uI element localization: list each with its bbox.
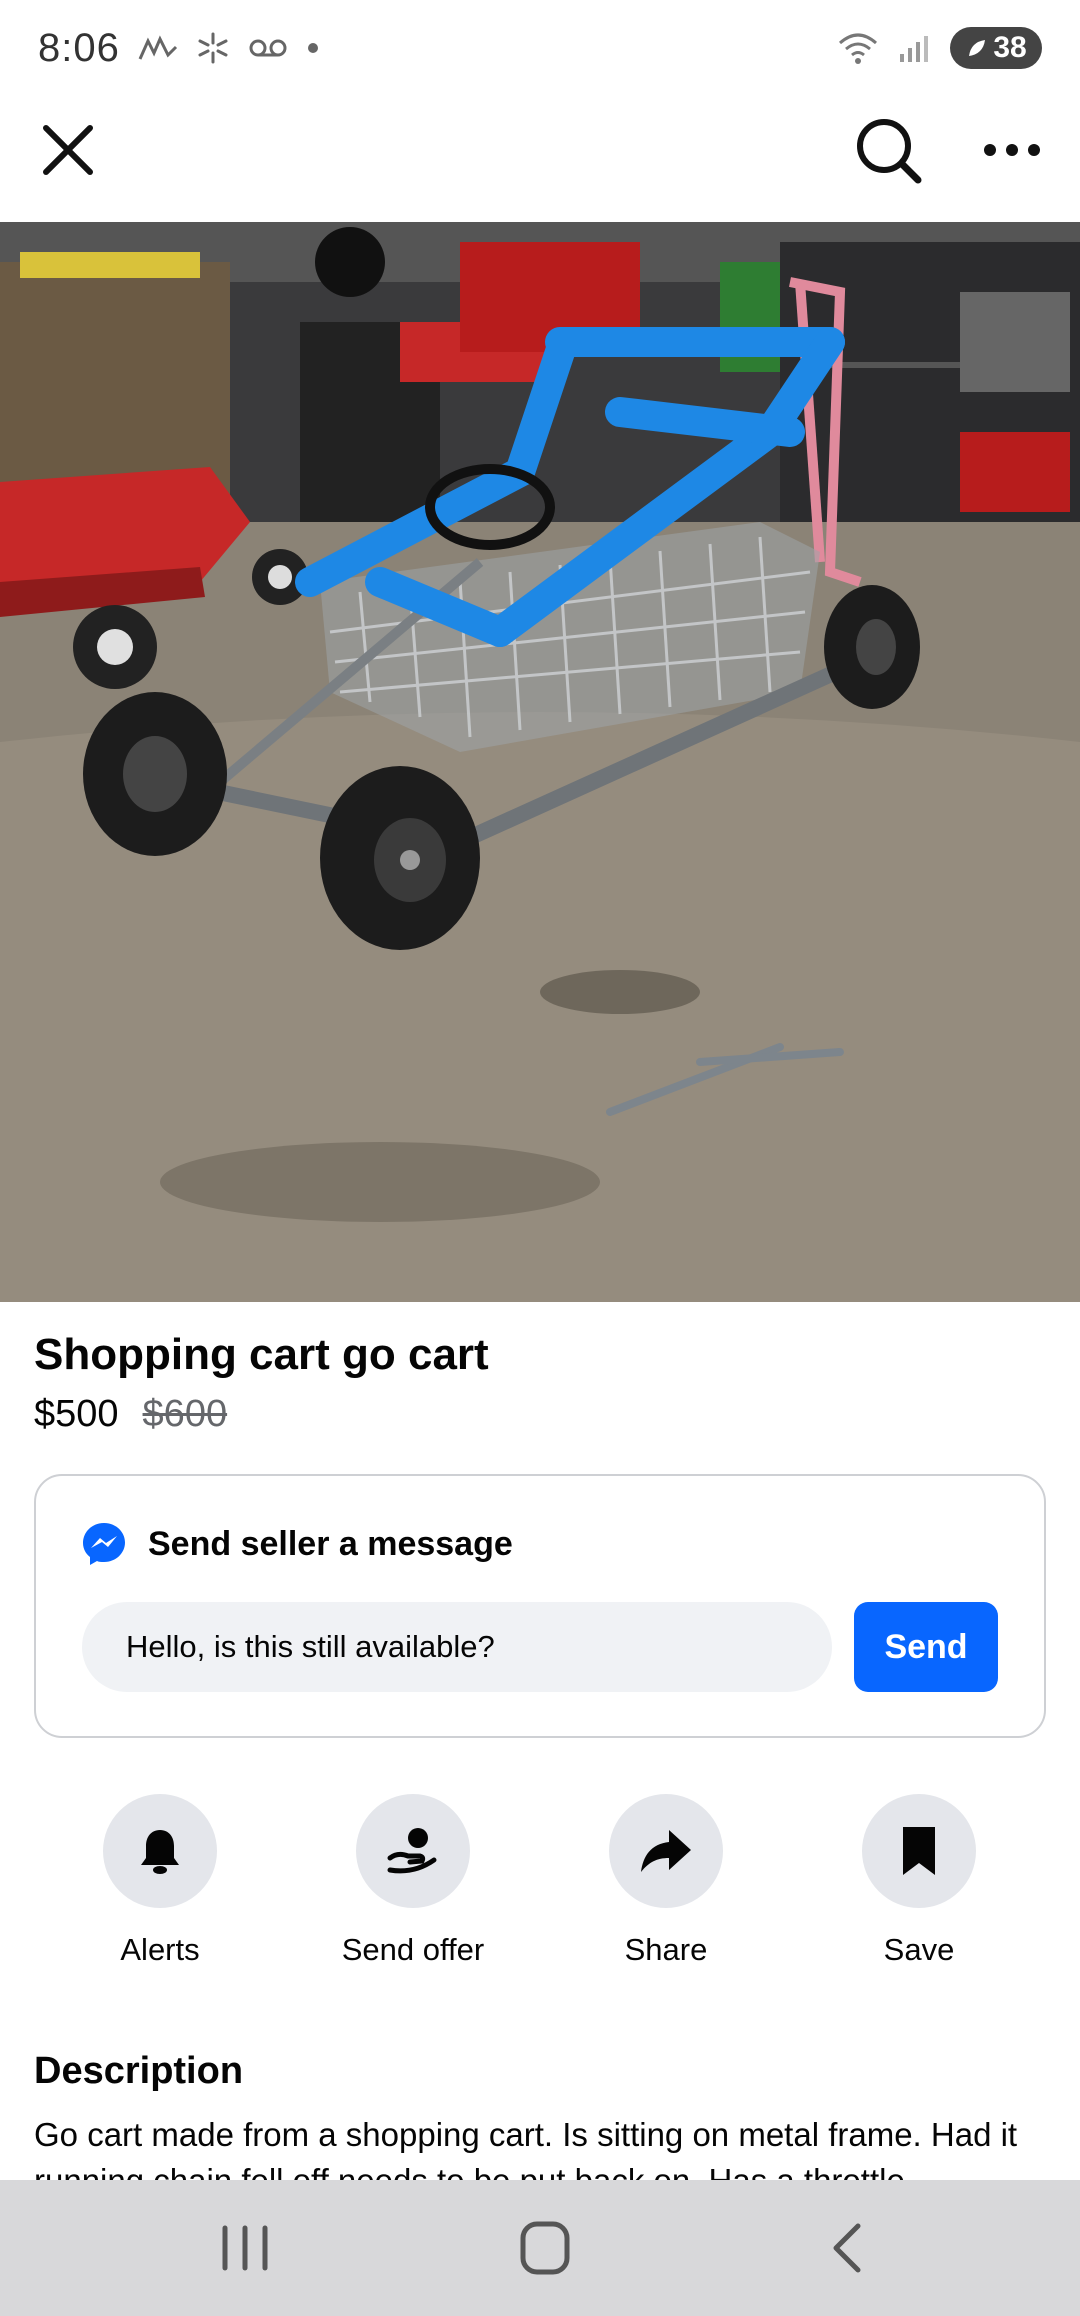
battery-saver-icon <box>969 40 986 56</box>
alerts-label: Alerts <box>120 1932 200 1967</box>
status-right: 38 <box>836 27 1042 69</box>
send-offer-circle[interactable] <box>356 1794 470 1908</box>
message-card-title: Send seller a message <box>148 1524 513 1563</box>
status-time: 8:06 <box>38 25 120 70</box>
save-label: Save <box>883 1932 955 1967</box>
share-arrow-icon <box>641 1830 691 1872</box>
status-left: 8:06 <box>38 26 320 71</box>
send-button[interactable]: Send <box>854 1602 998 1692</box>
alerts-circle[interactable] <box>103 1794 217 1908</box>
more-options-icon[interactable] <box>980 116 1044 184</box>
voicemail-icon <box>249 39 287 57</box>
walmart-spark-icon <box>198 32 228 64</box>
price-row: $500 $600 <box>34 1393 227 1436</box>
signal-icon <box>900 36 928 62</box>
notification-icon <box>138 35 177 60</box>
system-nav-bar <box>0 2180 1080 2316</box>
listing-title: Shopping cart go cart <box>34 1330 489 1379</box>
alerts-button[interactable]: Alerts <box>60 1794 260 1968</box>
save-circle[interactable] <box>862 1794 976 1908</box>
listing-price: $500 <box>34 1393 119 1435</box>
search-icon[interactable] <box>852 114 924 186</box>
listing-photo[interactable] <box>0 222 1080 1302</box>
go-cart-photo-illustration <box>0 222 1080 1302</box>
close-icon[interactable] <box>34 116 102 184</box>
back-icon[interactable] <box>808 2218 888 2278</box>
description-heading: Description <box>34 2050 244 2092</box>
offer-hand-icon <box>387 1828 437 1874</box>
share-button[interactable]: Share <box>566 1794 766 1968</box>
battery-indicator: 38 <box>950 27 1042 69</box>
save-button[interactable]: Save <box>819 1794 1019 1968</box>
bookmark-icon <box>903 1827 935 1875</box>
message-card-header: Send seller a message <box>80 1520 513 1568</box>
share-label: Share <box>624 1932 708 1967</box>
message-seller-card: Send seller a message Hello, is this sti… <box>34 1474 1046 1738</box>
status-bar: 8:06 38 <box>0 0 1080 96</box>
send-offer-label: Send offer <box>341 1932 485 1967</box>
send-offer-button[interactable]: Send offer <box>313 1794 513 1968</box>
home-icon[interactable] <box>505 2218 585 2278</box>
share-circle[interactable] <box>609 1794 723 1908</box>
messenger-icon <box>83 1523 125 1565</box>
bell-icon <box>141 1830 179 1874</box>
battery-level: 38 <box>993 31 1027 64</box>
message-input[interactable]: Hello, is this still available? <box>82 1602 832 1692</box>
dot-icon <box>307 43 318 53</box>
action-row: Alerts Send offer Share Save <box>0 1794 1080 1974</box>
top-app-bar <box>0 96 1080 222</box>
description-text: Go cart made from a shopping cart. Is si… <box>34 2116 1018 2180</box>
recent-apps-icon[interactable] <box>205 2218 285 2278</box>
wifi-icon <box>839 33 877 64</box>
original-price: $600 <box>142 1393 228 1435</box>
